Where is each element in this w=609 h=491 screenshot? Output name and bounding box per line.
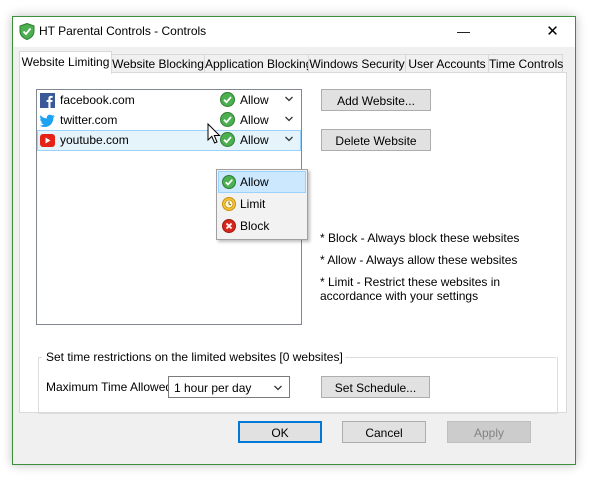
tab-user-accounts[interactable]: User Accounts <box>405 54 489 73</box>
window-title: HT Parental Controls - Controls <box>39 24 207 38</box>
dropdown-option-label: Limit <box>240 197 266 211</box>
dropdown-option-block[interactable]: Block <box>219 216 305 236</box>
tab-application-blocking[interactable]: Application Blocking <box>204 54 312 73</box>
dropdown-option-limit[interactable]: Limit <box>219 194 305 214</box>
controls-window: HT Parental Controls - Controls — ✕ Webs… <box>12 16 576 465</box>
dropdown-option-label: Allow <box>240 175 269 189</box>
status-select[interactable]: Allow <box>220 132 300 149</box>
allow-check-icon <box>220 112 235 127</box>
note-limit: * Limit - Restrict these websites in acc… <box>320 275 501 303</box>
mouse-pointer-icon <box>207 123 221 144</box>
add-website-button[interactable]: Add Website... <box>321 89 431 111</box>
allow-check-icon <box>222 175 236 189</box>
delete-website-button[interactable]: Delete Website <box>321 129 431 151</box>
allow-check-icon <box>220 132 235 147</box>
minimize-button[interactable]: — <box>441 17 486 47</box>
tab-time-controls[interactable]: Time Controls <box>488 54 563 73</box>
limit-clock-icon <box>222 197 236 211</box>
facebook-icon <box>40 93 55 108</box>
status-label: Allow <box>240 113 269 127</box>
ok-button[interactable]: OK <box>238 421 322 443</box>
max-time-label: Maximum Time Allowed <box>46 380 173 394</box>
status-select[interactable]: Allow <box>220 112 300 129</box>
apply-button: Apply <box>447 421 531 443</box>
status-label: Allow <box>240 93 269 107</box>
list-item[interactable]: twitter.com Allow <box>38 111 300 130</box>
chevron-down-icon <box>274 385 282 391</box>
allow-check-icon <box>220 92 235 107</box>
note-block: * Block - Always block these websites <box>320 231 520 245</box>
site-name: youtube.com <box>60 133 129 147</box>
set-schedule-button[interactable]: Set Schedule... <box>321 376 430 398</box>
website-limiting-panel: facebook.com Allow twitter.com Allow you… <box>19 72 567 414</box>
block-x-icon <box>222 219 236 233</box>
close-button[interactable]: ✕ <box>530 17 575 47</box>
dropdown-option-label: Block <box>240 219 270 233</box>
list-item[interactable]: facebook.com Allow <box>38 91 300 110</box>
dropdown-option-allow[interactable]: Allow <box>218 171 306 193</box>
youtube-icon <box>40 134 55 147</box>
max-time-value: 1 hour per day <box>174 381 252 395</box>
title-bar[interactable]: HT Parental Controls - Controls — ✕ <box>13 17 575 47</box>
chevron-down-icon <box>285 116 293 122</box>
note-allow: * Allow - Always allow these websites <box>320 253 518 267</box>
site-name: facebook.com <box>60 93 135 107</box>
max-time-select[interactable]: 1 hour per day <box>168 376 290 398</box>
tab-website-blocking[interactable]: Website Blocking <box>111 54 205 73</box>
tab-windows-security[interactable]: Windows Security <box>308 54 406 73</box>
status-select[interactable]: Allow <box>220 92 300 109</box>
chevron-down-icon <box>285 96 293 102</box>
shield-check-icon <box>19 23 35 40</box>
twitter-icon <box>40 114 55 127</box>
cancel-button[interactable]: Cancel <box>342 421 426 443</box>
list-item[interactable]: youtube.com Allow <box>37 130 301 151</box>
chevron-down-icon <box>285 136 293 142</box>
site-name: twitter.com <box>60 113 118 127</box>
status-dropdown-menu: Allow Limit Block <box>216 169 308 240</box>
tab-website-limiting[interactable]: Website Limiting <box>19 51 112 74</box>
time-restrictions-caption: Set time restrictions on the limited web… <box>44 350 345 364</box>
status-label: Allow <box>240 133 269 147</box>
